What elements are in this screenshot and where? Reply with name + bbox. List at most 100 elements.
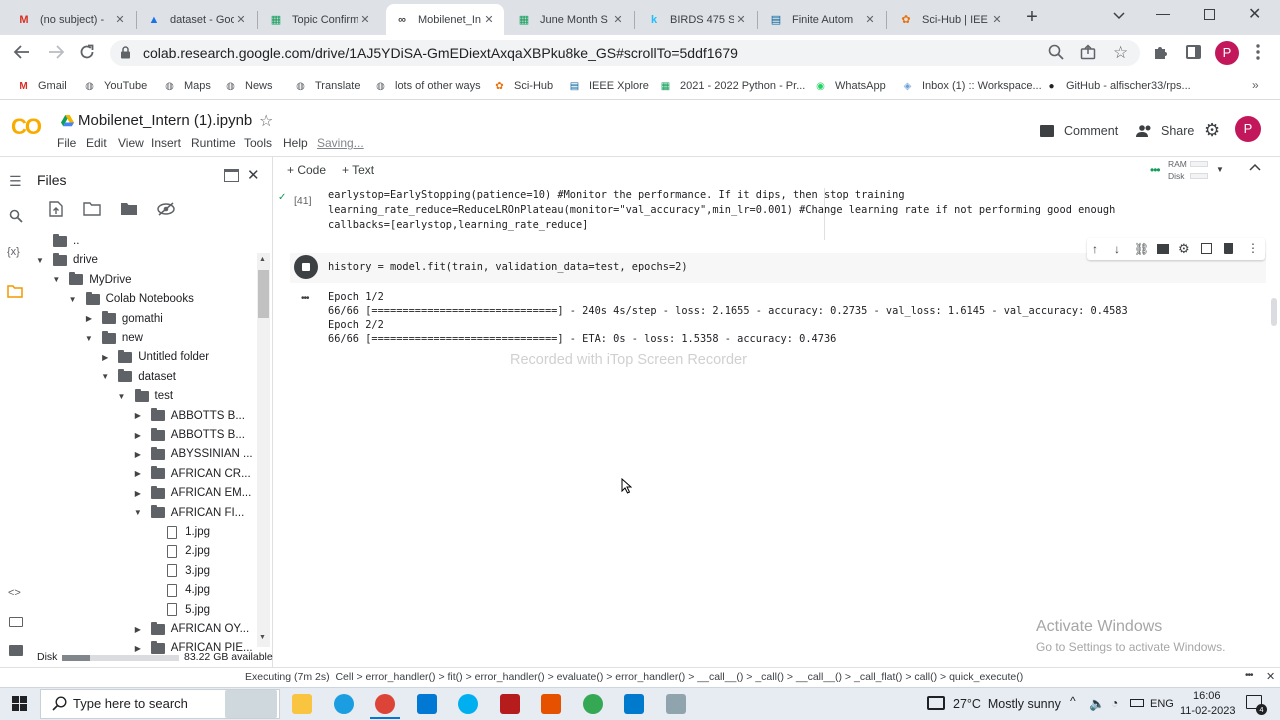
- file-tree-folder[interactable]: ▼ test: [117, 387, 173, 405]
- browser-menu-kebab-icon[interactable]: [1256, 44, 1260, 60]
- new-tab-button[interactable]: +: [1022, 7, 1042, 28]
- file-tree-folder[interactable]: ▼ new: [84, 329, 143, 347]
- settings-gear-icon[interactable]: ⚙: [1204, 121, 1220, 139]
- file-tree-folder[interactable]: ▶ AFRICAN EM...: [133, 484, 251, 502]
- expand-chevron-down-icon[interactable]: ▼: [133, 508, 143, 517]
- bookmark-item[interactable]: ▤ IEEE Xplore: [567, 78, 649, 94]
- forward-arrow-icon[interactable]: [47, 44, 65, 60]
- menu-file[interactable]: File: [57, 136, 76, 150]
- menu-view[interactable]: View: [118, 136, 144, 150]
- more-bookmarks-chevron-icon[interactable]: »: [1252, 78, 1259, 92]
- tab-search-chevron-icon[interactable]: [1112, 8, 1126, 22]
- comment-button[interactable]: Comment: [1040, 121, 1122, 141]
- chrome-profile-taskbar-icon[interactable]: [583, 694, 603, 714]
- close-tab-icon[interactable]: ✕: [482, 13, 496, 26]
- output-options-icon[interactable]: •••: [301, 293, 309, 304]
- menu-edit[interactable]: Edit: [86, 136, 107, 150]
- mirror-cell-icon[interactable]: [1201, 243, 1212, 254]
- bookmark-item[interactable]: ◍ YouTube: [82, 78, 147, 94]
- colab-logo[interactable]: CO: [11, 114, 42, 140]
- python-app-icon[interactable]: [666, 694, 686, 714]
- close-tab-icon[interactable]: ✕: [234, 13, 248, 26]
- language-indicator[interactable]: ENG: [1150, 698, 1174, 710]
- vscode-icon[interactable]: [624, 694, 644, 714]
- file-tree-file[interactable]: 2.jpg: [149, 542, 210, 560]
- file-tree-folder[interactable]: ▶ Untitled folder: [100, 348, 209, 366]
- bookmark-item[interactable]: ◍ Maps: [162, 78, 211, 94]
- browser-tab-7[interactable]: ✿ Sci-Hub | IEE ✕: [890, 4, 1012, 35]
- sidebar-scroll-down[interactable]: ▼: [259, 634, 266, 641]
- expand-chevron-down-icon[interactable]: ▼: [100, 372, 110, 381]
- notebook-scroll-thumb[interactable]: [1271, 298, 1277, 326]
- sidebar-scroll-up[interactable]: ▲: [259, 256, 266, 263]
- bookmark-item[interactable]: ✿ Sci-Hub: [492, 78, 553, 94]
- ram-meter[interactable]: [1190, 161, 1208, 167]
- move-cell-up-icon[interactable]: ↑: [1092, 242, 1098, 256]
- windows-start-icon[interactable]: [12, 696, 27, 711]
- expand-chevron-right-icon[interactable]: ▶: [100, 353, 110, 362]
- close-tab-icon[interactable]: ✕: [734, 13, 748, 26]
- browser-profile-avatar[interactable]: P: [1215, 41, 1239, 65]
- browser-tab-5[interactable]: k BIRDS 475 SP✕: [638, 4, 756, 35]
- lock-icon[interactable]: [120, 46, 131, 59]
- reload-icon[interactable]: [79, 44, 95, 60]
- file-tree-folder[interactable]: ▼ MyDrive: [51, 271, 131, 289]
- file-tree-folder[interactable]: ▼ dataset: [100, 368, 176, 386]
- comment-cell-icon[interactable]: [1157, 244, 1169, 254]
- bookmark-item[interactable]: ◈ Inbox (1) :: Workspace...: [900, 78, 1042, 94]
- close-tab-icon[interactable]: ✕: [990, 13, 1004, 26]
- collapse-header-icon[interactable]: [1249, 163, 1261, 171]
- bookmark-item[interactable]: ▦ 2021 - 2022 Python - Pr...: [658, 78, 806, 94]
- hide-files-icon[interactable]: [157, 202, 175, 216]
- window-minimize-button[interactable]: [1156, 14, 1170, 15]
- add-code-button[interactable]: + Code: [287, 163, 326, 177]
- open-in-tab-icon[interactable]: [224, 169, 239, 182]
- share-button[interactable]: Share: [1136, 121, 1196, 141]
- cell-more-icon[interactable]: ⋮: [1247, 242, 1259, 254]
- file-tree-file[interactable]: 4.jpg: [149, 581, 210, 599]
- move-cell-down-icon[interactable]: ↓: [1114, 242, 1120, 256]
- system-tray-chevron-icon[interactable]: ^: [1070, 694, 1076, 708]
- file-tree-folder[interactable]: ..: [35, 232, 79, 250]
- network-icon[interactable]: ◔: [1111, 696, 1118, 710]
- stop-execution-button[interactable]: [294, 255, 318, 279]
- expand-chevron-down-icon[interactable]: ▼: [84, 334, 94, 343]
- expand-chevron-down-icon[interactable]: ▼: [68, 295, 78, 304]
- code-snippets-icon[interactable]: <>: [8, 587, 21, 599]
- bookmark-item[interactable]: ● GitHub - alfischer33/rps...: [1044, 78, 1190, 94]
- file-tree-folder[interactable]: ▼ AFRICAN FI...: [133, 504, 244, 522]
- file-tree-folder[interactable]: ▶ ABYSSINIAN ...: [133, 445, 253, 463]
- bookmark-star-icon[interactable]: ☆: [1113, 43, 1128, 63]
- expand-chevron-right-icon[interactable]: ▶: [133, 411, 143, 420]
- close-tab-icon[interactable]: ✕: [358, 13, 372, 26]
- close-tab-icon[interactable]: ✕: [863, 13, 877, 26]
- clock-date[interactable]: 11-02-2023: [1180, 705, 1235, 717]
- link-cell-icon[interactable]: ⛓: [1134, 242, 1149, 256]
- file-tree-folder[interactable]: ▶ ABBOTTS B...: [133, 407, 245, 425]
- bookmark-item[interactable]: ◍ Translate: [293, 78, 360, 94]
- file-tree-file[interactable]: 1.jpg: [149, 523, 210, 541]
- runtime-dropdown-icon[interactable]: ▼: [1216, 165, 1224, 174]
- skype-icon[interactable]: [458, 694, 478, 714]
- store-icon[interactable]: [417, 694, 437, 714]
- status-more-icon[interactable]: •••: [1245, 670, 1253, 681]
- menu-help[interactable]: Help: [283, 136, 308, 150]
- files-folder-icon[interactable]: [7, 284, 23, 298]
- cell-settings-icon[interactable]: ⚙: [1178, 241, 1190, 257]
- browser-tab-0[interactable]: M (no subject) - ✕: [8, 4, 135, 35]
- menu-runtime[interactable]: Runtime: [191, 136, 236, 150]
- close-tab-icon[interactable]: ✕: [611, 13, 625, 26]
- expand-chevron-right-icon[interactable]: ▶: [133, 450, 143, 459]
- volume-icon[interactable]: 🔈: [1089, 696, 1105, 712]
- expand-chevron-right-icon[interactable]: ▶: [133, 469, 143, 478]
- file-tree-folder[interactable]: ▶ gomathi: [84, 310, 163, 328]
- close-files-icon[interactable]: ✕: [247, 166, 260, 184]
- mount-drive-icon[interactable]: [120, 202, 138, 216]
- edge-icon[interactable]: [334, 694, 354, 714]
- menu-tools[interactable]: Tools: [244, 136, 272, 150]
- disk-meter[interactable]: [1190, 173, 1208, 179]
- screen-recorder-icon[interactable]: [500, 694, 520, 714]
- app-orange-icon[interactable]: [541, 694, 561, 714]
- command-palette-icon[interactable]: [9, 617, 23, 627]
- bookmark-item[interactable]: ◍ News: [223, 78, 272, 94]
